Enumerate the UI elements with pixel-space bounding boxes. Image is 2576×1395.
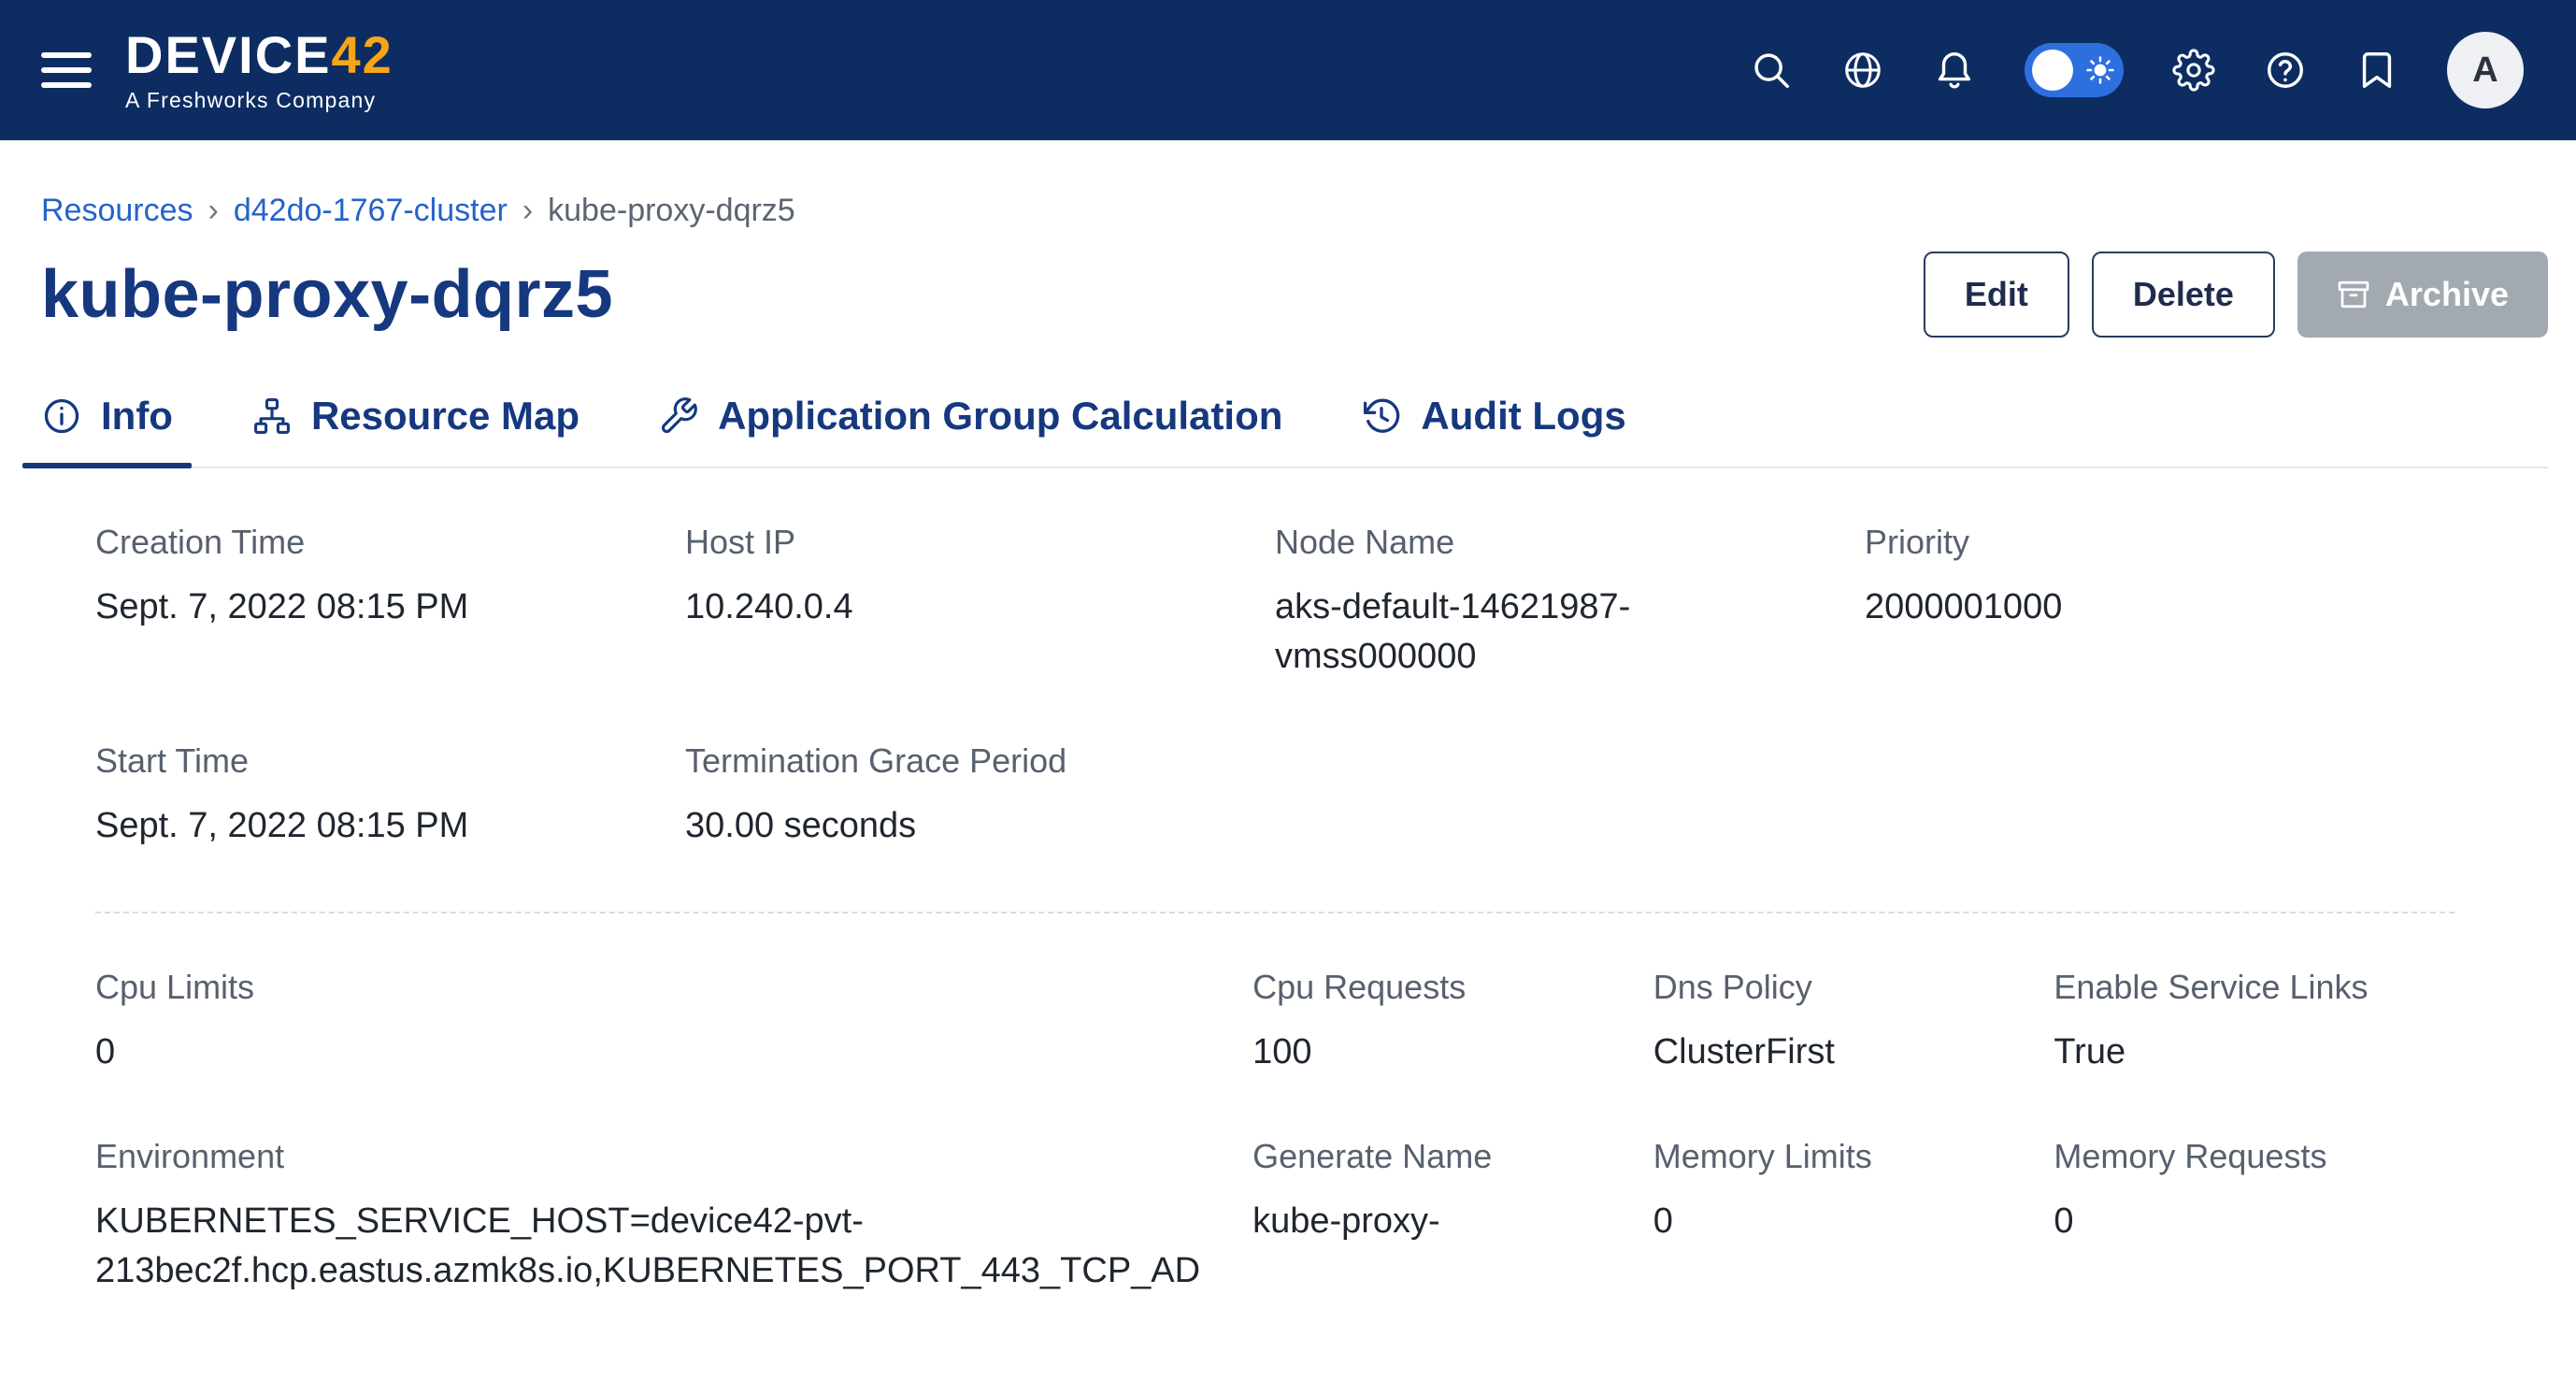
- globe-icon[interactable]: [1841, 49, 1884, 92]
- delete-button[interactable]: Delete: [2092, 252, 2275, 338]
- menu-icon[interactable]: [41, 52, 92, 88]
- breadcrumb-cluster[interactable]: d42do-1767-cluster: [234, 193, 508, 229]
- field-termination-grace-period: Termination Grace Period 30.00 seconds: [685, 741, 1275, 851]
- field-value: ClusterFirst: [1653, 1028, 2002, 1077]
- field-cpu-requests: Cpu Requests 100: [1252, 968, 1653, 1077]
- page-actions: Edit Delete Archive: [1924, 252, 2548, 338]
- field-label: Memory Requests: [2054, 1137, 2402, 1176]
- tab-audit-logs[interactable]: Audit Logs: [1342, 394, 1644, 467]
- field-cpu-limits: Cpu Limits 0: [95, 968, 1252, 1077]
- bell-icon[interactable]: [1933, 49, 1976, 92]
- tab-label: Application Group Calculation: [718, 394, 1282, 439]
- field-value: 10.240.0.4: [685, 582, 1223, 632]
- breadcrumb-resources[interactable]: Resources: [41, 193, 193, 229]
- field-value: 0: [95, 1028, 1200, 1077]
- field-priority: Priority 2000001000: [1865, 523, 2454, 682]
- info-section-2: Cpu Limits 0 Cpu Requests 100 Dns Policy…: [95, 968, 2454, 1357]
- field-label: Cpu Limits: [95, 968, 1200, 1007]
- breadcrumb-current: kube-proxy-dqrz5: [548, 193, 795, 229]
- field-value: 100: [1252, 1028, 1601, 1077]
- field-label: Cpu Requests: [1252, 968, 1601, 1007]
- field-dns-policy: Dns Policy ClusterFirst: [1653, 968, 2054, 1077]
- gear-icon[interactable]: [2172, 49, 2215, 92]
- theme-toggle[interactable]: [2025, 43, 2124, 97]
- tab-info[interactable]: Info: [22, 394, 192, 467]
- edit-button[interactable]: Edit: [1924, 252, 2069, 338]
- history-icon: [1361, 395, 1402, 437]
- field-memory-requests: Memory Requests 0: [2054, 1137, 2454, 1296]
- archive-button-label: Archive: [2385, 275, 2509, 314]
- field-label: Memory Limits: [1653, 1137, 2002, 1176]
- tab-label: Resource Map: [311, 394, 580, 439]
- title-row: kube-proxy-dqrz5 Edit Delete Archive: [41, 252, 2548, 338]
- bookmark-icon[interactable]: [2355, 49, 2398, 92]
- field-value: 0: [2054, 1197, 2402, 1246]
- field-enable-service-links: Enable Service Links True: [2054, 968, 2454, 1077]
- field-generate-name: Generate Name kube-proxy-: [1252, 1137, 1653, 1296]
- info-section-1: Creation Time Sept. 7, 2022 08:15 PM Hos…: [95, 523, 2454, 912]
- field-label: Host IP: [685, 523, 1223, 562]
- field-creation-time: Creation Time Sept. 7, 2022 08:15 PM: [95, 523, 685, 682]
- archive-icon: [2337, 278, 2370, 311]
- field-node-name: Node Name aks-default-14621987-vmss00000…: [1275, 523, 1865, 682]
- tab-label: Info: [101, 394, 173, 439]
- field-value: 2000001000: [1865, 582, 2402, 632]
- info-icon: [41, 395, 82, 437]
- section-divider: [95, 912, 2454, 913]
- field-label: Priority: [1865, 523, 2402, 562]
- field-label: Start Time: [95, 741, 633, 781]
- tab-resource-map[interactable]: Resource Map: [233, 394, 598, 467]
- field-label: Environment: [95, 1137, 1200, 1176]
- field-value: Sept. 7, 2022 08:15 PM: [95, 801, 633, 851]
- user-avatar[interactable]: A: [2447, 32, 2524, 108]
- breadcrumb-separator: ›: [522, 193, 533, 229]
- field-label: Creation Time: [95, 523, 633, 562]
- breadcrumb-separator: ›: [208, 193, 219, 229]
- breadcrumb: Resources › d42do-1767-cluster › kube-pr…: [41, 193, 2548, 229]
- tab-application-group-calculation[interactable]: Application Group Calculation: [639, 394, 1301, 467]
- sun-icon: [2084, 54, 2116, 86]
- field-value: kube-proxy-: [1252, 1197, 1601, 1246]
- field-value: KUBERNETES_SERVICE_HOST=device42-pvt-213…: [95, 1197, 1200, 1296]
- resource-map-icon: [251, 395, 293, 437]
- field-value: 30.00 seconds: [685, 801, 1223, 851]
- field-label: Dns Policy: [1653, 968, 2002, 1007]
- field-label: Node Name: [1275, 523, 1812, 562]
- field-start-time: Start Time Sept. 7, 2022 08:15 PM: [95, 741, 685, 851]
- top-navbar: DEVICE42 A Freshworks Company A: [0, 0, 2576, 140]
- archive-button[interactable]: Archive: [2297, 252, 2548, 338]
- field-value: aks-default-14621987-vmss000000: [1275, 582, 1812, 682]
- field-label: Generate Name: [1252, 1137, 1601, 1176]
- field-value: Sept. 7, 2022 08:15 PM: [95, 582, 633, 632]
- page-title: kube-proxy-dqrz5: [41, 256, 613, 333]
- navbar-actions: A: [1750, 32, 2524, 108]
- search-icon[interactable]: [1750, 49, 1793, 92]
- tab-label: Audit Logs: [1421, 394, 1625, 439]
- brand-logo[interactable]: DEVICE42 A Freshworks Company: [125, 29, 394, 111]
- brand-name: DEVICE42: [125, 29, 394, 81]
- field-host-ip: Host IP 10.240.0.4: [685, 523, 1275, 682]
- field-value: 0: [1653, 1197, 2002, 1246]
- field-label: Enable Service Links: [2054, 968, 2402, 1007]
- field-label: Termination Grace Period: [685, 741, 1223, 781]
- field-value: True: [2054, 1028, 2402, 1077]
- toggle-knob: [2032, 50, 2073, 91]
- tools-icon: [658, 395, 699, 437]
- field-memory-limits: Memory Limits 0: [1653, 1137, 2054, 1296]
- brand-subtitle: A Freshworks Company: [125, 90, 394, 111]
- info-panel: Creation Time Sept. 7, 2022 08:15 PM Hos…: [0, 468, 2576, 1356]
- page-header: Resources › d42do-1767-cluster › kube-pr…: [0, 140, 2576, 468]
- tab-bar: Info Resource Map Application Group Calc…: [41, 394, 2548, 468]
- field-environment: Environment KUBERNETES_SERVICE_HOST=devi…: [95, 1137, 1252, 1296]
- help-icon[interactable]: [2264, 49, 2307, 92]
